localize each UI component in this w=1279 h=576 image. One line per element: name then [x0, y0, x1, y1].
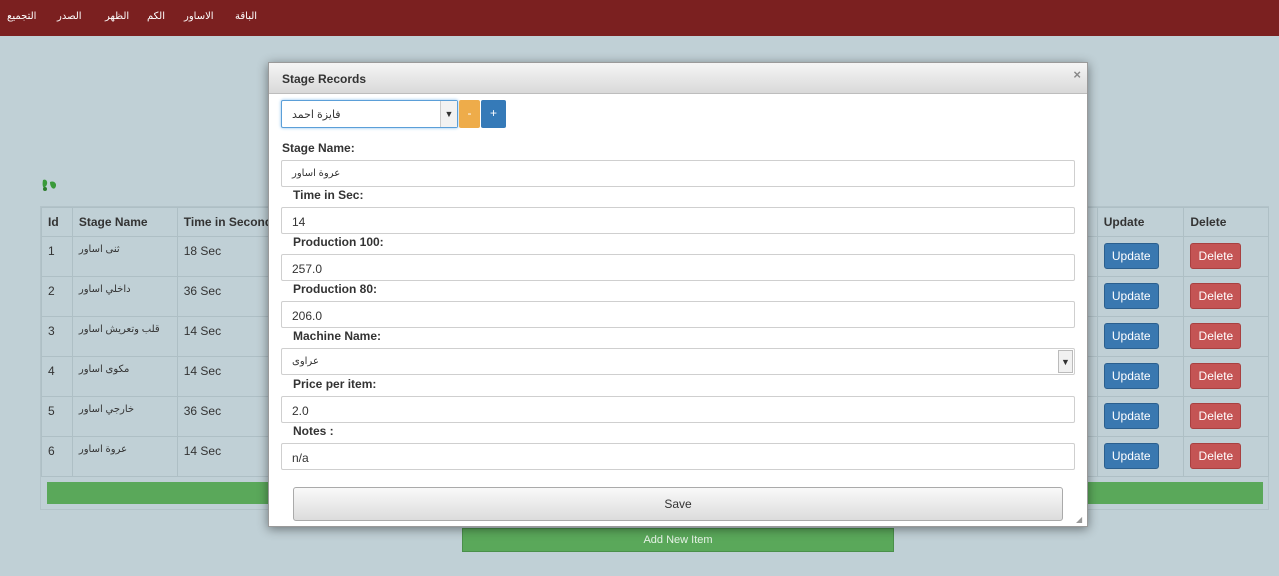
update-button[interactable]: Update — [1103, 403, 1159, 429]
add-new-item-button[interactable]: Add New Item — [462, 528, 894, 552]
cell-id: 1 — [41, 236, 73, 277]
machine-name-label: Machine Name: — [293, 329, 382, 343]
production-80-label: Production 80: — [293, 282, 378, 296]
cell-stage-name: ثنى اساور — [71, 236, 178, 277]
col-header-update: Update — [1096, 207, 1185, 237]
update-button[interactable]: Update — [1103, 323, 1159, 349]
add-worker-button[interactable]: + — [481, 100, 506, 128]
cell-stage-name: داخلي اساور — [71, 276, 178, 317]
nav-item-tagmee[interactable]: التجميع — [7, 11, 36, 22]
cell-id: 3 — [41, 316, 73, 357]
worker-select-value: فايزة احمد — [292, 109, 341, 121]
production-80-input[interactable]: 206.0 — [281, 301, 1075, 328]
cell-stage-name: قلب وتعريش اساور — [71, 316, 178, 357]
delete-button[interactable]: Delete — [1190, 363, 1242, 389]
price-value: 2.0 — [292, 404, 309, 418]
col-header-id: Id — [41, 207, 73, 237]
time-input[interactable]: 14 — [281, 207, 1075, 234]
delete-button[interactable]: Delete — [1190, 443, 1242, 469]
chevron-down-icon: ▼ — [1058, 350, 1073, 373]
chevron-down-icon: ▼ — [440, 101, 457, 127]
cell-id: 5 — [41, 396, 73, 437]
update-button[interactable]: Update — [1103, 283, 1159, 309]
col-header-stage-name: Stage Name — [71, 207, 178, 237]
modal-header: Stage Records × — [269, 63, 1087, 94]
update-button[interactable]: Update — [1103, 243, 1159, 269]
cell-id: 6 — [41, 436, 73, 477]
production-100-label: Production 100: — [293, 235, 384, 249]
stage-records-modal: Stage Records × فايزة احمد ▼ - + Stage N… — [268, 62, 1088, 527]
machine-name-select[interactable]: عراوى ▼ — [281, 348, 1075, 375]
logo-icon — [42, 179, 57, 191]
nav-item-sadr[interactable]: الصدر — [57, 11, 82, 22]
delete-button[interactable]: Delete — [1190, 243, 1242, 269]
update-button[interactable]: Update — [1103, 443, 1159, 469]
col-header-delete: Delete — [1183, 207, 1269, 237]
delete-button[interactable]: Delete — [1190, 403, 1242, 429]
time-value: 14 — [292, 215, 306, 229]
top-navbar: الباقة الاساور الكم الظهر الصدر التجميع — [0, 0, 1279, 36]
production-80-value: 206.0 — [292, 309, 323, 323]
notes-value: n/a — [292, 451, 309, 465]
price-label: Price per item: — [293, 377, 377, 391]
nav-item-asawer[interactable]: الاساور — [184, 11, 214, 22]
stage-name-label: Stage Name: — [282, 141, 355, 155]
notes-input[interactable]: n/a — [281, 443, 1075, 470]
update-button[interactable]: Update — [1103, 363, 1159, 389]
cell-stage-name: مكوى اساور — [71, 356, 178, 397]
resize-handle-icon[interactable]: ◢ — [1076, 515, 1084, 524]
remove-worker-button[interactable]: - — [459, 100, 480, 128]
delete-button[interactable]: Delete — [1190, 323, 1242, 349]
worker-select[interactable]: فايزة احمد ▼ — [281, 100, 458, 128]
cell-id: 2 — [41, 276, 73, 317]
stage-name-input[interactable]: عروة اساور — [281, 160, 1075, 187]
notes-label: Notes : — [293, 424, 334, 438]
save-button[interactable]: Save — [293, 487, 1063, 521]
production-100-input[interactable]: 257.0 — [281, 254, 1075, 281]
stage-name-value: عروة اساور — [292, 168, 341, 179]
production-100-value: 257.0 — [292, 262, 323, 276]
cell-id: 4 — [41, 356, 73, 397]
delete-button[interactable]: Delete — [1190, 283, 1242, 309]
nav-item-kom[interactable]: الكم — [147, 11, 165, 22]
machine-name-value: عراوى — [292, 356, 319, 367]
modal-title: Stage Records — [282, 72, 367, 86]
price-input[interactable]: 2.0 — [281, 396, 1075, 423]
time-label: Time in Sec: — [293, 188, 364, 202]
nav-item-dahr[interactable]: الظهر — [105, 11, 129, 22]
nav-item-baqa[interactable]: الباقة — [235, 11, 257, 22]
close-icon[interactable]: × — [1073, 67, 1081, 82]
cell-stage-name: خارجي اساور — [71, 396, 178, 437]
cell-stage-name: عروة اساور — [71, 436, 178, 477]
